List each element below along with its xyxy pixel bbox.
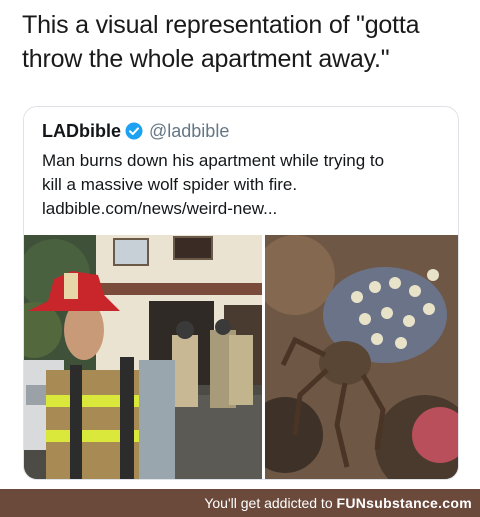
- footer-brand[interactable]: FUNsubstance.com: [337, 495, 473, 511]
- firefighter-photo[interactable]: [24, 235, 262, 479]
- tweet-media: [24, 235, 458, 479]
- verified-badge-icon: [125, 122, 143, 140]
- footer-prefix: You'll get addicted to: [204, 495, 337, 511]
- caption-line-1: This a visual representation of "gotta: [22, 11, 420, 39]
- meme-caption: This a visual representation of "gotta t…: [22, 8, 462, 76]
- embedded-tweet-card[interactable]: LADbible @ladbible Man burns down his ap…: [23, 106, 459, 480]
- wolf-spider-photo[interactable]: [265, 235, 458, 479]
- tweet-header: LADbible @ladbible: [42, 119, 229, 143]
- account-handle[interactable]: @ladbible: [149, 121, 229, 142]
- tweet-text-line-1: Man burns down his apartment while tryin…: [42, 151, 385, 170]
- tweet-text-line-2: kill a massive wolf spider with fire.: [42, 175, 298, 194]
- tweet-body: Man burns down his apartment while tryin…: [42, 149, 442, 221]
- account-name[interactable]: LADbible: [42, 121, 121, 142]
- footer-watermark: You'll get addicted to FUNsubstance.com: [204, 495, 472, 511]
- article-link[interactable]: ladbible.com/news/weird-new...: [42, 197, 442, 221]
- caption-line-2: throw the whole apartment away.": [22, 45, 390, 73]
- site-footer-bar: You'll get addicted to FUNsubstance.com: [0, 489, 480, 517]
